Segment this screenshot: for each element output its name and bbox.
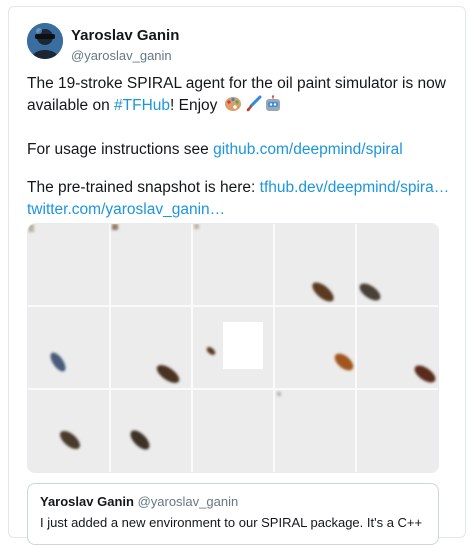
usage-line: For usage instructions see github.com/de… bbox=[27, 139, 452, 161]
stroke-grid-image bbox=[28, 224, 438, 472]
media-image[interactable] bbox=[27, 223, 439, 473]
tweet-line-1: The 19-stroke SPIRAL agent for the oil p… bbox=[27, 75, 446, 92]
tweet-text-suffix: ! Enjoy bbox=[170, 97, 218, 114]
author-handle[interactable]: @yaroslav_ganin bbox=[71, 48, 172, 63]
robot-icon bbox=[264, 95, 282, 120]
tfhub-link[interactable]: tfhub.dev/deepmind/spira… bbox=[260, 179, 450, 196]
twitter-link-line: twitter.com/yaroslav_ganin… bbox=[27, 199, 452, 221]
quoted-author-name: Yaroslav Ganin bbox=[40, 494, 134, 509]
author-name[interactable]: Yaroslav Ganin bbox=[71, 27, 179, 44]
tweet-line-2: available on #TFHub! Enjoy bbox=[27, 95, 452, 120]
snapshot-line: The pre-trained snapshot is here: tfhub.… bbox=[27, 177, 452, 199]
tweet-text-prefix: available on bbox=[27, 97, 115, 114]
usage-prefix: For usage instructions see bbox=[27, 141, 214, 158]
paintbrush-icon bbox=[244, 95, 262, 120]
quoted-author-handle: @yaroslav_ganin bbox=[137, 494, 239, 509]
quoted-tweet[interactable]: Yaroslav Ganin @yaroslav_ganin I just ad… bbox=[27, 483, 439, 545]
hashtag-link[interactable]: #TFHub bbox=[114, 97, 170, 114]
artist-palette-icon bbox=[224, 95, 242, 120]
quoted-author[interactable]: Yaroslav Ganin @yaroslav_ganin bbox=[40, 494, 238, 509]
twitter-link[interactable]: twitter.com/yaroslav_ganin… bbox=[27, 201, 225, 218]
github-link[interactable]: github.com/deepmind/spiral bbox=[213, 141, 403, 158]
snapshot-prefix: The pre-trained snapshot is here: bbox=[27, 179, 260, 196]
tweet-card[interactable]: Yaroslav Ganin @yaroslav_ganin The 19-st… bbox=[8, 6, 466, 545]
quoted-tweet-text: I just added a new environment to our SP… bbox=[40, 515, 423, 530]
avatar[interactable] bbox=[27, 23, 63, 59]
